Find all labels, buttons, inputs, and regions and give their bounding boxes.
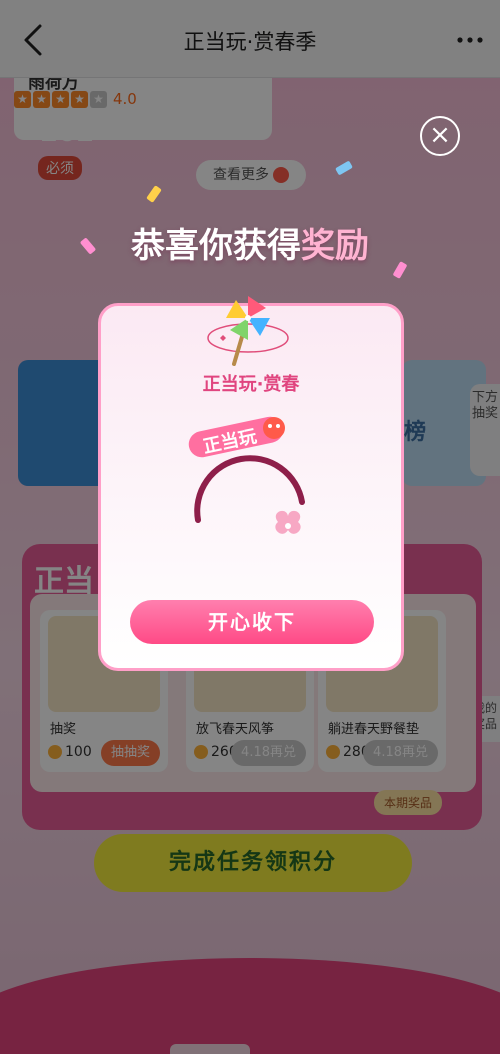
accept-button[interactable]: 开心收下 (130, 600, 374, 644)
congrats-highlight: 奖励 (301, 226, 369, 266)
congrats-prefix: 恭喜你获得 (131, 226, 301, 266)
prize-label: 正当玩·赏春 (202, 374, 300, 395)
close-icon[interactable]: × (420, 116, 460, 156)
pinwheel-icon (207, 296, 289, 366)
headband-icon: 正当玩 (188, 416, 305, 534)
congrats-title: 恭喜你获得奖励 (0, 218, 500, 267)
